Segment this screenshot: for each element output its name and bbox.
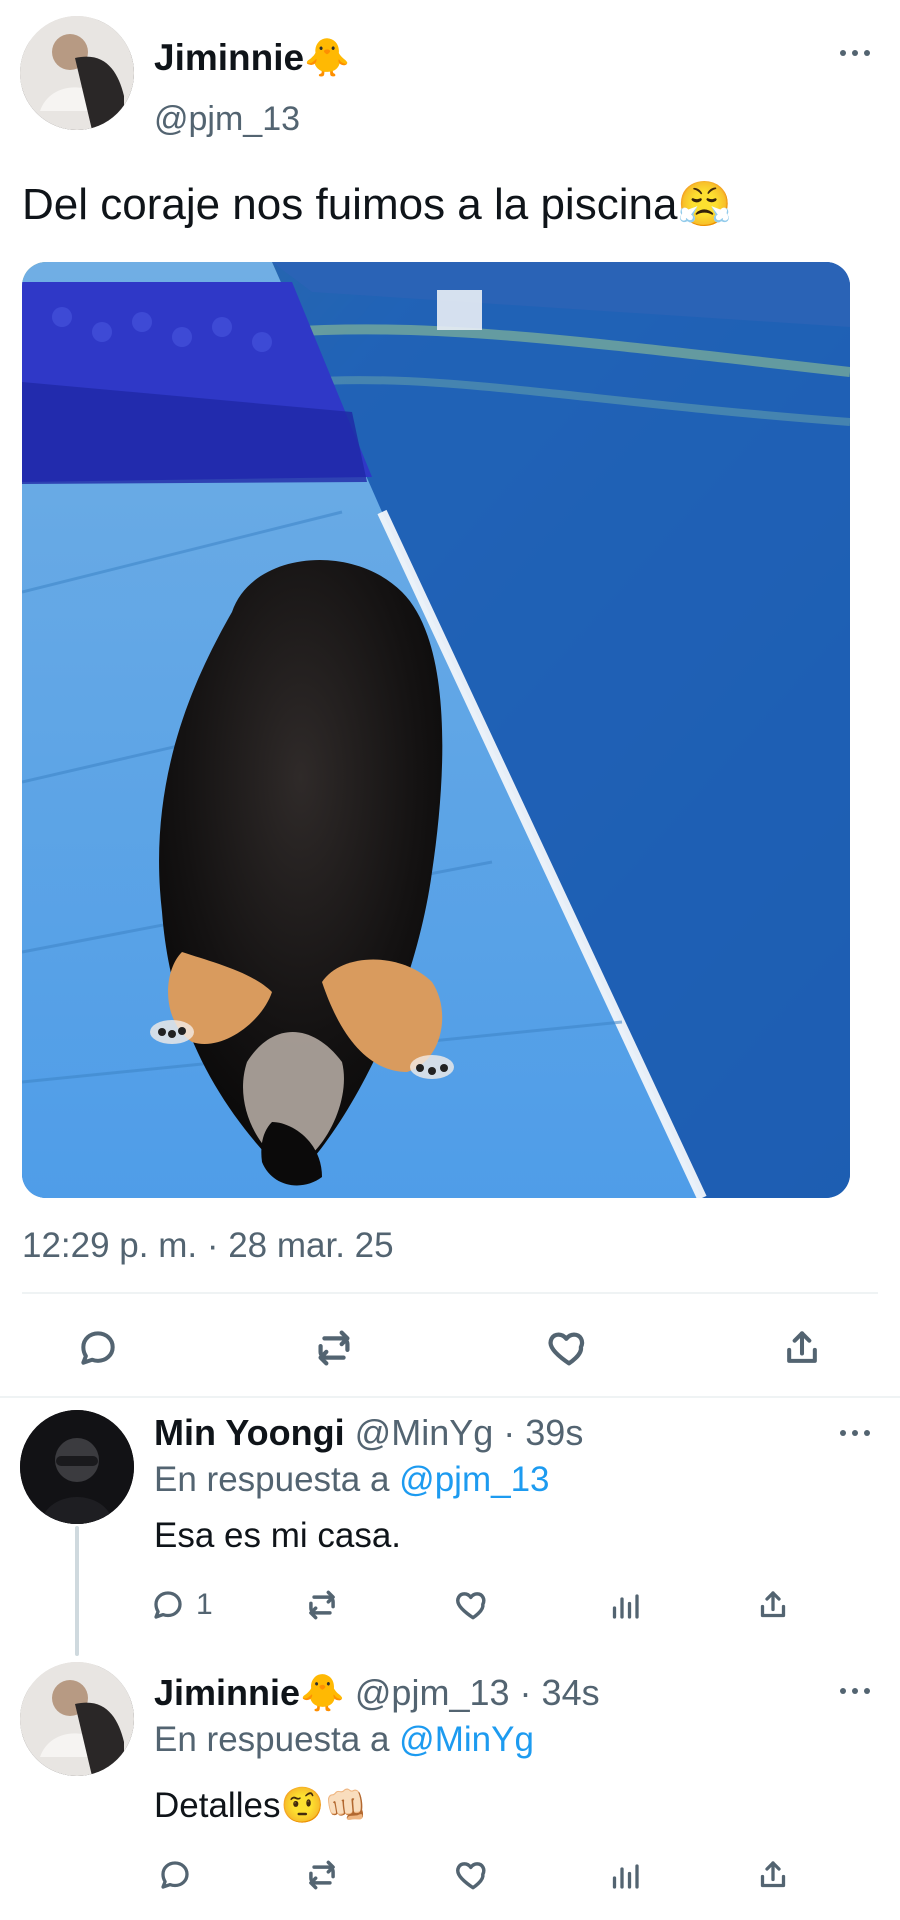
reply1-analytics-button[interactable] xyxy=(600,1582,650,1628)
main-tweet-avatar[interactable] xyxy=(20,16,134,130)
analytics-icon xyxy=(612,1594,639,1619)
more-options-icon[interactable] xyxy=(840,48,870,58)
reply-icon xyxy=(154,1591,182,1619)
reply-icon xyxy=(161,1861,189,1889)
reply1-like-button[interactable] xyxy=(448,1582,498,1628)
reply2-reply-to: En respuesta a @MinYg xyxy=(154,1718,534,1762)
reply1-handle: @MinYg xyxy=(354,1412,494,1453)
reply2-separator: · xyxy=(519,1672,532,1713)
reply-icon xyxy=(81,1331,115,1365)
reply2-avatar[interactable] xyxy=(20,1662,134,1776)
reply1-reply-to: En respuesta a @pjm_13 xyxy=(154,1458,550,1502)
reply2-analytics-button[interactable] xyxy=(600,1852,650,1898)
analytics-icon xyxy=(612,1864,639,1889)
reply1-avatar[interactable] xyxy=(20,1410,134,1524)
reply1-separator: · xyxy=(503,1412,516,1453)
divider xyxy=(0,1396,900,1398)
share-icon xyxy=(760,1861,786,1888)
main-display-name: Jiminnie🐥 xyxy=(154,37,351,78)
reply1-reply-prefix: En respuesta a xyxy=(154,1460,390,1499)
like-button[interactable] xyxy=(542,1322,596,1374)
reply2-display-name: Jiminnie🐥 xyxy=(154,1672,345,1713)
reply-button[interactable] xyxy=(72,1322,124,1374)
like-icon xyxy=(548,1332,585,1366)
retweet-button[interactable] xyxy=(306,1322,362,1374)
share-button[interactable] xyxy=(776,1322,828,1374)
pool-dog-photo-icon xyxy=(22,262,850,1198)
reply1-more-icon[interactable] xyxy=(840,1428,870,1438)
reply2-time: 34s xyxy=(541,1672,600,1713)
retweet-icon xyxy=(309,1590,335,1620)
reply1-text: Esa es mi casa. xyxy=(154,1516,402,1555)
avatar-image-icon xyxy=(20,1410,134,1524)
thread-line xyxy=(75,1526,79,1656)
tweet-timestamp: 12:29 p. m. · 28 mar. 25 xyxy=(22,1226,394,1265)
main-tweet-text: Del coraje nos fuimos a la piscina😤 xyxy=(22,180,733,229)
reply2-more-icon[interactable] xyxy=(840,1686,870,1696)
share-icon xyxy=(787,1331,817,1363)
reply2-retweet-button[interactable] xyxy=(296,1852,348,1898)
reply2-reply-prefix: En respuesta a xyxy=(154,1720,390,1759)
reply1-reply-button[interactable]: 1 xyxy=(150,1582,230,1628)
reply2-like-button[interactable] xyxy=(448,1852,498,1898)
reply1-share-button[interactable] xyxy=(748,1582,798,1628)
avatar-image-icon xyxy=(20,1662,134,1776)
reply1-time: 39s xyxy=(525,1412,584,1453)
like-icon xyxy=(456,1592,486,1620)
reply1-retweet-button[interactable] xyxy=(296,1582,348,1628)
reply2-text: Detalles🤨👊🏻 xyxy=(154,1786,368,1825)
like-icon xyxy=(456,1862,486,1890)
avatar-image-icon xyxy=(20,16,134,130)
reply2-reply-button[interactable] xyxy=(150,1852,200,1898)
reply2-mention-link[interactable]: @MinYg xyxy=(399,1720,534,1759)
divider xyxy=(22,1292,878,1294)
reply1-display-name: Min Yoongi xyxy=(154,1412,345,1453)
reply2-share-button[interactable] xyxy=(748,1852,798,1898)
reply2-header: Jiminnie🐥 @pjm_13 · 34s xyxy=(154,1670,834,1716)
share-icon xyxy=(760,1591,786,1618)
reply1-header: Min Yoongi @MinYg · 39s xyxy=(154,1410,834,1456)
main-handle: @pjm_13 xyxy=(154,100,301,138)
retweet-icon xyxy=(318,1330,350,1366)
tweet-image[interactable] xyxy=(22,262,850,1198)
reply2-handle: @pjm_13 xyxy=(354,1672,510,1713)
reply1-mention-link[interactable]: @pjm_13 xyxy=(399,1460,549,1499)
retweet-icon xyxy=(309,1860,335,1890)
reply1-reply-count: 1 xyxy=(196,1588,213,1621)
